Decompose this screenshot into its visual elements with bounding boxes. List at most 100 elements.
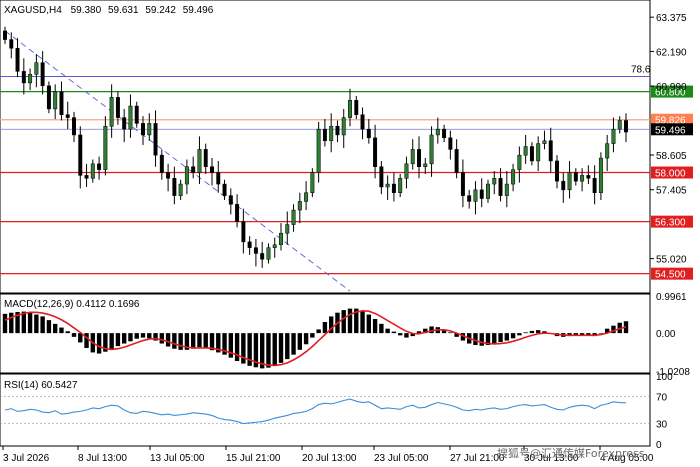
macd-series-layer: [2, 308, 629, 369]
macd-histogram-bar: [59, 327, 64, 334]
x-tick-label: 13 Jul 05:00: [150, 453, 205, 464]
candle-body: [84, 175, 89, 179]
macd-histogram-bar: [473, 333, 478, 346]
level-label: 54.500: [655, 270, 686, 281]
candle-body: [109, 97, 114, 127]
chart-high: 59.631: [108, 5, 139, 16]
rsi-y-tick-label: 0: [656, 440, 662, 451]
candle-body: [611, 128, 616, 144]
macd-histogram-bar: [178, 333, 183, 350]
macd-histogram-bar: [397, 333, 403, 336]
macd-histogram-bar: [360, 310, 365, 334]
x-tick-label: 20 Jul 13:00: [302, 453, 357, 464]
candle-body: [210, 166, 214, 173]
candle-body: [335, 126, 340, 136]
candle-body: [385, 183, 390, 188]
candle-body: [166, 172, 171, 179]
candle-body: [586, 175, 591, 179]
macd-histogram-bar: [297, 333, 303, 350]
candle-body: [78, 134, 83, 176]
chart-close: 59.496: [183, 5, 214, 16]
macd-histogram-bar: [510, 333, 516, 339]
candle-body: [435, 128, 440, 136]
macd-y-tick-label: 0.00: [656, 329, 676, 340]
macd-histogram-bar: [140, 333, 146, 338]
macd-histogram-bar: [391, 331, 397, 334]
macd-histogram-bar: [121, 333, 127, 344]
macd-histogram-bar: [2, 313, 8, 334]
candle-body: [498, 178, 503, 196]
candle-body: [72, 117, 76, 136]
candle-body: [561, 180, 566, 191]
candle-body: [21, 71, 26, 84]
candle-body: [159, 154, 164, 173]
macd-histogram-bar: [197, 333, 202, 348]
candle-body: [598, 157, 603, 193]
candle-body: [448, 137, 453, 150]
candle-body: [486, 183, 490, 199]
macd-histogram-bar: [404, 333, 409, 338]
candle-body: [147, 123, 152, 136]
candle-body: [410, 149, 415, 165]
rsi-y-tick-label: 100: [656, 372, 673, 383]
candle-body: [523, 146, 528, 156]
rsi-y-tick-label: 70: [656, 392, 668, 403]
macd-histogram-bar: [322, 321, 328, 334]
chart-area: 78.6 60.80059.82659.49658.00056.30054.50…: [0, 0, 693, 464]
macd-histogram-bar: [278, 333, 284, 363]
macd-histogram-bar: [372, 319, 378, 334]
candle-body: [617, 120, 622, 130]
candle-body: [423, 163, 428, 167]
candle-body: [178, 183, 183, 196]
candle-body: [366, 128, 371, 139]
candle-body: [454, 149, 459, 173]
candle-body: [567, 172, 572, 191]
macd-histogram-bar: [517, 333, 522, 336]
candle-body: [97, 163, 102, 170]
candle-body: [191, 166, 196, 173]
price-y-tick-label: 57.405: [656, 186, 687, 197]
macd-histogram-bar: [109, 333, 114, 349]
candle-body: [266, 247, 271, 260]
candle-body: [128, 105, 133, 130]
macd-histogram-bar: [303, 333, 309, 345]
candle-body: [235, 204, 240, 222]
macd-histogram-bar: [310, 333, 315, 338]
candle-body: [222, 183, 227, 196]
chart-symbol: XAGUSD,H4: [4, 5, 62, 16]
fib-label: 78.6: [631, 65, 651, 76]
candle-body: [15, 47, 20, 72]
candle-body: [354, 100, 359, 115]
candle-body: [197, 149, 202, 173]
chart-low: 59.242: [145, 5, 176, 16]
macd-histogram-bar: [492, 333, 497, 344]
chart-open: 59.380: [71, 5, 102, 16]
candle-body: [348, 100, 352, 118]
candle-body: [253, 247, 258, 254]
macd-histogram-bar: [9, 312, 14, 334]
candle-body: [373, 137, 378, 167]
level-label: 58.000: [655, 169, 686, 180]
macd-histogram-bar: [40, 316, 45, 334]
candle-body: [103, 126, 108, 170]
candle-body: [40, 62, 45, 87]
x-tick-label: 3 Jul 2026: [3, 453, 50, 464]
macd-histogram-bar: [316, 329, 321, 334]
candle-body: [59, 91, 64, 115]
macd-histogram-bar: [366, 314, 372, 334]
x-tick-label: 15 Jul 21:00: [226, 453, 281, 464]
candle-body: [404, 163, 409, 179]
macd-histogram-bar: [134, 333, 139, 339]
candle-body: [429, 134, 434, 165]
macd-histogram-bar: [291, 333, 296, 355]
candle-body: [467, 195, 472, 202]
rsi-pane-frame: [0, 373, 651, 447]
candle-body: [329, 126, 334, 141]
macd-histogram-bar: [190, 333, 196, 349]
candle-body: [241, 221, 246, 243]
candle-body: [122, 117, 127, 130]
candle-body: [580, 175, 585, 182]
x-tick-label: 8 Jul 13:00: [78, 453, 127, 464]
candle-body: [624, 120, 628, 133]
candle-body: [592, 178, 597, 193]
